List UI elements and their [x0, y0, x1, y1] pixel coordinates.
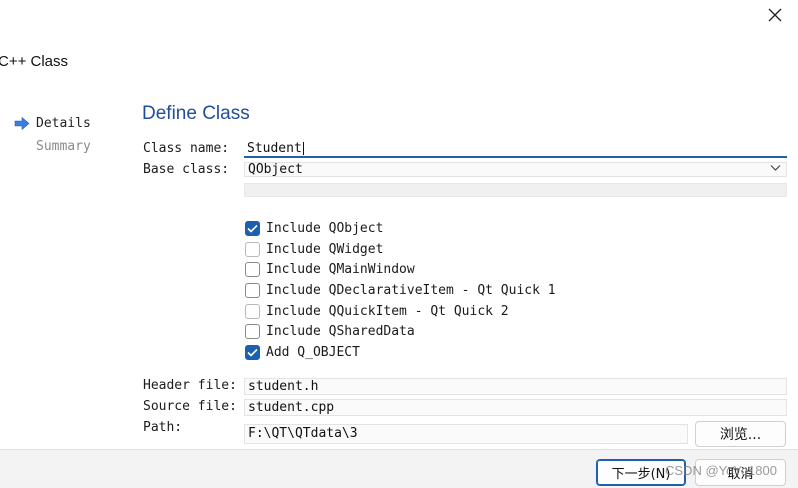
next-button[interactable]: 下一步(N) — [596, 459, 686, 486]
header-file-input[interactable]: student.h — [244, 378, 787, 395]
source-file-input[interactable]: student.cpp — [244, 399, 787, 416]
checkbox-unchecked-icon — [245, 304, 260, 319]
browse-button[interactable]: 浏览... — [695, 421, 786, 447]
checkbox-include-qobject[interactable]: Include QObject — [245, 221, 383, 236]
path-label: Path: — [143, 420, 183, 435]
cancel-button[interactable]: 取消 — [695, 459, 786, 486]
checkbox-include-qwidget[interactable]: Include QWidget — [245, 242, 383, 257]
checkbox-include-qmainwindow[interactable]: Include QMainWindow — [245, 262, 415, 277]
dialog-footer: 下一步(N) 取消 — [0, 449, 798, 488]
nav-item-summary[interactable]: Summary — [36, 139, 91, 154]
checkbox-label: Include QWidget — [266, 242, 384, 257]
checkbox-checked-icon — [245, 345, 260, 360]
checkbox-add-q-object[interactable]: Add Q_OBJECT — [245, 345, 360, 360]
nav-item-details[interactable]: Details — [14, 116, 91, 131]
base-class-label: Base class: — [143, 162, 230, 177]
checkbox-include-qquickitem[interactable]: Include QQuickItem - Qt Quick 2 — [245, 304, 509, 319]
checkbox-checked-icon — [245, 221, 260, 236]
checkbox-label: Include QQuickItem - Qt Quick 2 — [266, 304, 509, 319]
chevron-down-icon — [770, 165, 781, 171]
class-name-value: Student — [247, 141, 302, 156]
class-name-input[interactable]: Student — [244, 141, 787, 158]
checkbox-label: Include QSharedData — [266, 324, 415, 339]
checkbox-unchecked-icon — [245, 242, 260, 257]
checkbox-include-qshareddata[interactable]: Include QSharedData — [245, 324, 415, 339]
window-title: C++ Class — [0, 53, 69, 70]
path-input[interactable]: F:\QT\QTdata\3 — [244, 424, 688, 444]
base-class-value: QObject — [248, 162, 303, 177]
checkbox-unchecked-icon — [245, 324, 260, 339]
checkbox-include-qdeclarativeitem[interactable]: Include QDeclarativeItem - Qt Quick 1 — [245, 283, 556, 298]
checkbox-unchecked-icon — [245, 262, 260, 277]
source-file-label: Source file: — [143, 399, 237, 414]
arrow-right-icon — [14, 117, 30, 130]
text-caret — [302, 142, 304, 155]
checkbox-unchecked-icon — [245, 283, 260, 298]
class-name-label: Class name: — [143, 141, 230, 156]
close-icon — [768, 8, 782, 22]
checkbox-label: Include QObject — [266, 221, 384, 236]
page-title: Define Class — [142, 103, 250, 124]
disabled-field — [244, 183, 787, 197]
base-class-select[interactable]: QObject — [244, 162, 787, 177]
close-button[interactable] — [762, 2, 788, 28]
checkbox-label: Add Q_OBJECT — [266, 345, 360, 360]
header-file-label: Header file: — [143, 378, 237, 393]
checkbox-label: Include QMainWindow — [266, 262, 415, 277]
nav-item-label: Details — [36, 116, 91, 131]
checkbox-label: Include QDeclarativeItem - Qt Quick 1 — [266, 283, 556, 298]
